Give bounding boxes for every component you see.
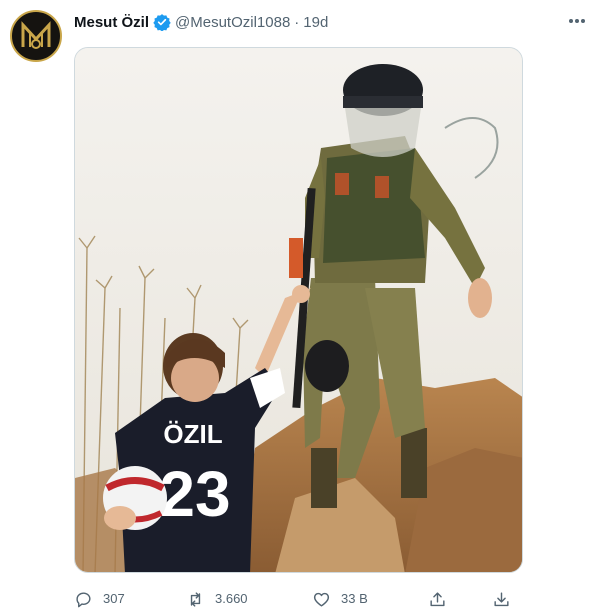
download-button[interactable] xyxy=(492,588,521,610)
tweet-header: Mesut Özil @MesutOzil1088 · 19d xyxy=(74,11,328,33)
shirt-name-text: ÖZIL xyxy=(163,419,222,449)
tweet-timestamp[interactable]: 19d xyxy=(303,14,328,31)
reply-icon xyxy=(76,591,91,607)
author-name[interactable]: Mesut Özil xyxy=(74,14,149,31)
retweet-icon xyxy=(190,591,201,607)
more-icon xyxy=(569,19,585,23)
retweet-count: 3.660 xyxy=(215,591,248,606)
like-count: 33 B xyxy=(341,591,368,606)
like-icon xyxy=(313,592,330,607)
tweet-actions: 307 3.660 33 B xyxy=(74,588,514,610)
m10-logo-icon xyxy=(21,21,51,49)
avatar[interactable] xyxy=(10,10,62,62)
retweet-button[interactable]: 3.660 xyxy=(186,588,248,610)
share-icon xyxy=(430,591,445,606)
share-button[interactable] xyxy=(428,588,457,610)
like-button[interactable]: 33 B xyxy=(312,588,368,610)
more-options-button[interactable] xyxy=(566,10,588,32)
reply-count: 307 xyxy=(103,591,125,606)
shirt-number-text: 23 xyxy=(159,458,230,530)
photo-soldier-and-boy: ÖZIL 23 xyxy=(75,48,522,572)
author-handle[interactable]: @MesutOzil1088 xyxy=(175,14,290,31)
download-icon xyxy=(494,591,509,606)
reply-button[interactable]: 307 xyxy=(74,588,125,610)
tweet-photo[interactable]: ÖZIL 23 xyxy=(74,47,523,573)
verified-badge-icon xyxy=(153,14,171,31)
separator-dot: · xyxy=(294,13,300,31)
